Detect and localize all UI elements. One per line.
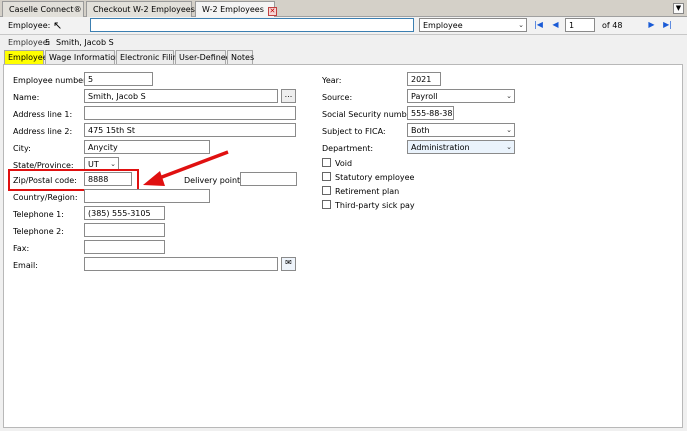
current-employee-name: Smith, Jacob S	[56, 38, 114, 47]
record-number-input[interactable]: 1	[565, 18, 595, 32]
fica-label: Subject to FICA:	[322, 127, 386, 136]
select-value: UT	[88, 160, 99, 169]
tab-wage-information[interactable]: Wage Information	[45, 50, 120, 64]
fax-field[interactable]	[84, 240, 165, 254]
fax-label: Fax:	[13, 244, 30, 253]
chevron-down-icon: ▼	[675, 4, 682, 12]
year-field[interactable]: 2021	[407, 72, 441, 86]
current-employee-label: Employee:	[8, 38, 51, 47]
employee-lookup-label: Employee:	[8, 21, 51, 30]
statutory-employee-label: Statutory employee	[335, 173, 415, 182]
ssn-label: Social Security number:	[322, 110, 418, 119]
department-label: Department:	[322, 144, 374, 153]
chevron-down-icon: ⌄	[506, 92, 512, 100]
statutory-employee-checkbox[interactable]	[322, 172, 331, 181]
tab-user-defined[interactable]: User-Defined	[175, 50, 231, 64]
chevron-down-icon: ⌄	[506, 126, 512, 134]
employee-lookup-input[interactable]	[90, 18, 414, 32]
tab-label: Checkout W-2 Employees	[93, 5, 195, 14]
source-select[interactable]: Payroll ⌄	[407, 89, 515, 103]
first-record-icon[interactable]: |◀	[533, 19, 544, 31]
mouse-cursor-icon: ↖	[53, 19, 63, 32]
address1-field[interactable]	[84, 106, 296, 120]
email-field[interactable]	[84, 257, 278, 271]
tab-employee[interactable]: Employee	[4, 50, 48, 64]
email-label: Email:	[13, 261, 38, 270]
send-email-icon[interactable]: ✉	[281, 257, 296, 271]
arrow-head	[143, 171, 165, 186]
chevron-down-icon: ⌄	[518, 21, 524, 29]
address2-label: Address line 2:	[13, 127, 73, 136]
zip-field[interactable]: 8888	[84, 172, 132, 186]
telephone1-field[interactable]: (385) 555-3105	[84, 206, 165, 220]
telephone1-label: Telephone 1:	[13, 210, 64, 219]
tab-electronic-filing[interactable]: Electronic Filing	[116, 50, 183, 64]
record-total: of 48	[602, 21, 623, 30]
lookup-type-select[interactable]: Employee ⌄	[419, 18, 527, 32]
telephone2-label: Telephone 2:	[13, 227, 64, 236]
ssn-field[interactable]: 555-88-3878	[407, 106, 454, 120]
next-record-icon[interactable]: ▶	[646, 19, 657, 31]
address1-label: Address line 1:	[13, 110, 73, 119]
telephone2-field[interactable]	[84, 223, 165, 237]
name-lookup-button[interactable]: ...	[281, 89, 296, 103]
tab-notes[interactable]: Notes	[227, 50, 254, 64]
delivery-point-label: Delivery point:	[184, 176, 243, 185]
tab-caselle-connect[interactable]: Caselle Connect®	[2, 1, 84, 17]
name-label: Name:	[13, 93, 40, 102]
third-party-sick-pay-label: Third-party sick pay	[335, 201, 415, 210]
prev-record-icon[interactable]: ◀	[550, 19, 561, 31]
source-label: Source:	[322, 93, 353, 102]
void-checkbox[interactable]	[322, 158, 331, 167]
name-field[interactable]: Smith, Jacob S	[84, 89, 278, 103]
third-party-sick-pay-checkbox[interactable]	[322, 200, 331, 209]
chevron-down-icon: ⌄	[506, 143, 512, 151]
employee-number-field[interactable]: 5	[84, 72, 153, 86]
zip-label: Zip/Postal code:	[13, 176, 77, 185]
retirement-plan-label: Retirement plan	[335, 187, 400, 196]
city-label: City:	[13, 144, 31, 153]
select-value: Payroll	[411, 92, 438, 101]
tab-label: Caselle Connect®	[9, 5, 82, 14]
tab-menu-dropdown[interactable]: ▼	[673, 3, 684, 14]
void-label: Void	[335, 159, 353, 168]
address2-field[interactable]: 475 15th St	[84, 123, 296, 137]
tab-checkout-w2[interactable]: Checkout W-2 Employees	[86, 1, 195, 17]
last-record-icon[interactable]: ▶|	[662, 19, 673, 31]
fica-select[interactable]: Both ⌄	[407, 123, 515, 137]
tab-label: W-2 Employees	[202, 5, 264, 14]
tab-w2-employees[interactable]: W-2 Employees ✕	[195, 1, 277, 18]
select-value: Employee	[423, 21, 463, 30]
close-icon[interactable]: ✕	[267, 7, 277, 16]
year-label: Year:	[322, 76, 342, 85]
country-field[interactable]	[84, 189, 210, 203]
document-tab-strip: Caselle Connect® Checkout W-2 Employees …	[0, 0, 687, 18]
country-label: Country/Region:	[13, 193, 78, 202]
retirement-plan-checkbox[interactable]	[322, 186, 331, 195]
employee-number-label: Employee number:	[13, 76, 89, 85]
department-select[interactable]: Administration ⌄	[407, 140, 515, 154]
select-value: Administration	[411, 143, 470, 152]
current-employee-number: 5	[45, 38, 51, 47]
select-value: Both	[411, 126, 430, 135]
delivery-point-field[interactable]	[240, 172, 297, 186]
